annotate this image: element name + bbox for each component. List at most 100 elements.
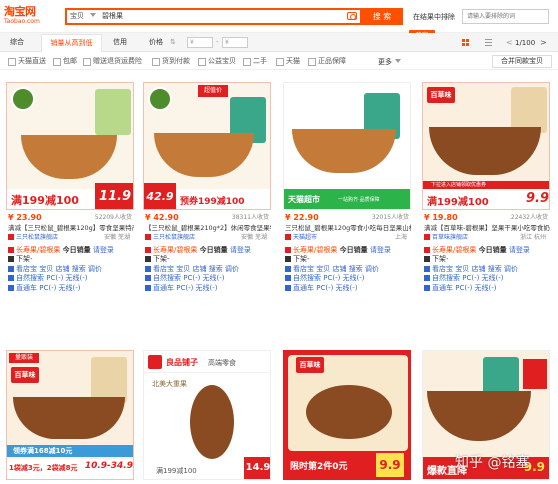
nuts-image <box>429 127 541 175</box>
sort-credit[interactable]: 信用 <box>113 36 127 49</box>
product-card[interactable]: 良品铺子 高端零食 北美大重果 满199减100 14.9 <box>143 350 275 484</box>
product-card[interactable]: 满199减100 11.9 ¥ 23.90 52209人收货 满减【三只松鼠_碧根… <box>6 82 138 292</box>
filter-tmall-direct[interactable]: 天猫直送 <box>8 57 46 66</box>
more-filters-button[interactable]: 更多 <box>378 57 392 67</box>
tool-link-2[interactable]: 店铺 搜索 调价 <box>192 265 238 273</box>
taobao-logo[interactable]: 淘宝网 Taobao.com <box>4 3 52 29</box>
coupon-hint: 下拉进入店铺领取优惠券 <box>423 181 549 189</box>
filter-return-insurance[interactable]: 赠送退货运费险 <box>83 57 142 66</box>
tool-link[interactable]: 看店宝 宝贝 <box>432 265 469 273</box>
natural-search-stat[interactable]: 自然搜索 PC(-) 无线(-) <box>432 274 504 282</box>
shop-icon <box>424 234 430 240</box>
login-link[interactable]: 请登录 <box>509 246 530 254</box>
category-icon <box>8 246 14 253</box>
nuts-image <box>21 135 117 179</box>
ad-stat[interactable]: 直通车 PC(-) 无线(-) <box>153 284 218 292</box>
product-card[interactable]: 超值价 42.9 预券199减100 ¥ 42.90 38311人收货 【三只松鼠… <box>143 82 275 292</box>
category-tag[interactable]: 长寿果/碧根果 <box>293 246 337 254</box>
sort-sales-desc[interactable]: 销量从高到低 <box>41 34 102 52</box>
login-link[interactable]: 请登录 <box>93 246 114 254</box>
shop-name[interactable]: 三只松鼠旗舰店 <box>16 234 58 241</box>
promo-banner: 天猫超市 一站购齐·品质保障 <box>284 189 410 209</box>
tool-link[interactable]: 看店宝 宝贝 <box>293 265 330 273</box>
product-card[interactable]: 量贩装 百草味 领券满168减10元 1袋减3元，2袋减8元 10.9-34.9 <box>6 350 138 484</box>
filter-tmall[interactable]: 天猫 <box>276 57 300 66</box>
product-image[interactable]: 良品铺子 高端零食 北美大重果 满199减100 14.9 <box>143 350 271 480</box>
price-min-input[interactable]: ¥ <box>187 37 213 48</box>
banner-price: 10.9-34.9 <box>84 461 133 471</box>
page-prev-button[interactable]: < <box>506 38 513 47</box>
tool-link[interactable]: 看店宝 宝贝 <box>16 265 53 273</box>
product-image[interactable]: 百草味 下拉进入店铺领取优惠券 满199减100 9.9 <box>422 82 550 210</box>
tool-icon <box>145 265 151 272</box>
brand-logo-icon <box>148 355 162 369</box>
product-title[interactable]: 满减【百草味-碧根果】坚果干果小吃零食奶油味长寿果山核桃 <box>424 224 550 234</box>
filter-free-shipping[interactable]: 包邮 <box>53 57 77 66</box>
banner-price: 9.9 <box>525 191 549 206</box>
shop-name[interactable]: 三只松鼠旗舰店 <box>153 234 195 241</box>
product-image[interactable]: 百草味 限时第2件0元 9.9 <box>283 350 411 480</box>
login-link[interactable]: 请登录 <box>370 246 391 254</box>
ad-stat[interactable]: 直通车 PC(-) 无线(-) <box>432 284 497 292</box>
price-max-input[interactable]: ¥ <box>222 37 248 48</box>
camera-icon[interactable] <box>347 12 357 20</box>
grid-view-icon[interactable] <box>462 39 469 46</box>
nuts-image <box>13 397 125 439</box>
filter-cod[interactable]: 货到付款 <box>152 57 190 66</box>
category-tag[interactable]: 长寿果/碧根果 <box>16 246 60 254</box>
brand-logo: 百草味 <box>296 357 324 373</box>
tool-link-2[interactable]: 店铺 搜索 调价 <box>332 265 378 273</box>
search-button[interactable]: 搜 索 <box>361 8 403 25</box>
price-sort-arrows[interactable]: ⇅ <box>170 36 176 49</box>
product-title[interactable]: 【三只松鼠_碧根果210g*2】休闲零食坚果特产山核桃长寿果 <box>145 224 271 234</box>
product-card[interactable]: 天猫超市 一站购齐·品质保障 ¥ 22.90 32015人收货 三只松鼠_碧根果1… <box>283 82 415 292</box>
banner-price: 11.9 <box>95 183 133 209</box>
tool-link-2[interactable]: 店铺 搜索 调价 <box>471 265 517 273</box>
login-link[interactable]: 请登录 <box>230 246 251 254</box>
search-type-select[interactable]: 宝贝 <box>70 11 84 21</box>
category-icon <box>285 246 291 253</box>
corner-badge <box>523 359 547 389</box>
shop-name[interactable]: 天猫超市 <box>293 234 317 241</box>
filter-genuine[interactable]: 正品保障 <box>308 57 346 66</box>
product-card[interactable]: 百草味 下拉进入店铺领取优惠券 满199减100 9.9 ¥ 19.80 2243… <box>422 82 554 292</box>
nuts-image <box>306 385 392 439</box>
category-tag[interactable]: 长寿果/碧根果 <box>432 246 476 254</box>
product-image[interactable]: 超值价 42.9 预券199减100 <box>143 82 271 210</box>
ad-stat[interactable]: 直通车 PC(-) 无线(-) <box>293 284 358 292</box>
product-card[interactable]: 百草味 限时第2件0元 9.9 <box>283 350 415 484</box>
merge-same-items-button[interactable]: 合并同款宝贝 <box>492 55 552 68</box>
exclude-input[interactable] <box>462 9 549 24</box>
natural-search-stat[interactable]: 自然搜索 PC(-) 无线(-) <box>153 274 225 282</box>
product-image[interactable]: 量贩装 百草味 领券满168减10元 1袋减3元，2袋减8元 10.9-34.9 <box>6 350 134 480</box>
natural-search-stat[interactable]: 自然搜索 PC(-) 无线(-) <box>16 274 88 282</box>
status-text: 下架- <box>153 255 170 263</box>
product-title[interactable]: 满减【三只松鼠_碧根果120g】零食坚果特产山核桃长寿果干 <box>8 224 134 234</box>
status-icon <box>8 256 14 262</box>
search-input[interactable]: 碧根果 <box>102 11 123 21</box>
shop-icon <box>285 234 291 240</box>
product-image[interactable]: 满199减100 11.9 <box>6 82 134 210</box>
natural-search-stat[interactable]: 自然搜索 PC(-) 无线(-) <box>293 274 365 282</box>
exclude-label: 在结果中排除 <box>413 13 455 21</box>
sort-price[interactable]: 价格 <box>149 36 163 49</box>
product-image[interactable]: 天猫超市 一站购齐·品质保障 <box>283 82 411 210</box>
nuts-image <box>154 133 254 177</box>
list-view-icon[interactable] <box>485 39 492 46</box>
filter-charity[interactable]: 公益宝贝 <box>198 57 236 66</box>
ad-stat[interactable]: 直通车 PC(-) 无线(-) <box>16 284 81 292</box>
sort-default[interactable]: 综合 <box>10 36 24 49</box>
shop-name[interactable]: 百草味旗舰店 <box>432 234 468 241</box>
tool-link-2[interactable]: 店铺 搜索 调价 <box>55 265 101 273</box>
promo-banner: 领券满168减10元 <box>7 445 133 457</box>
filter-secondhand[interactable]: 二手 <box>243 57 267 66</box>
page-next-button[interactable]: > <box>540 38 547 47</box>
search-stat-icon <box>285 275 291 281</box>
product-title[interactable]: 三只松鼠_碧根果120g零食小吃每日坚果山核桃长寿果干果 <box>285 224 411 234</box>
logo-text: 淘宝网 <box>4 5 36 18</box>
search-stat-icon <box>145 275 151 281</box>
shop-location: 浙江 杭州 <box>520 234 546 241</box>
tool-link[interactable]: 看店宝 宝贝 <box>153 265 190 273</box>
deal-count: 22432人收货 <box>510 214 548 221</box>
category-tag[interactable]: 长寿果/碧根果 <box>153 246 197 254</box>
